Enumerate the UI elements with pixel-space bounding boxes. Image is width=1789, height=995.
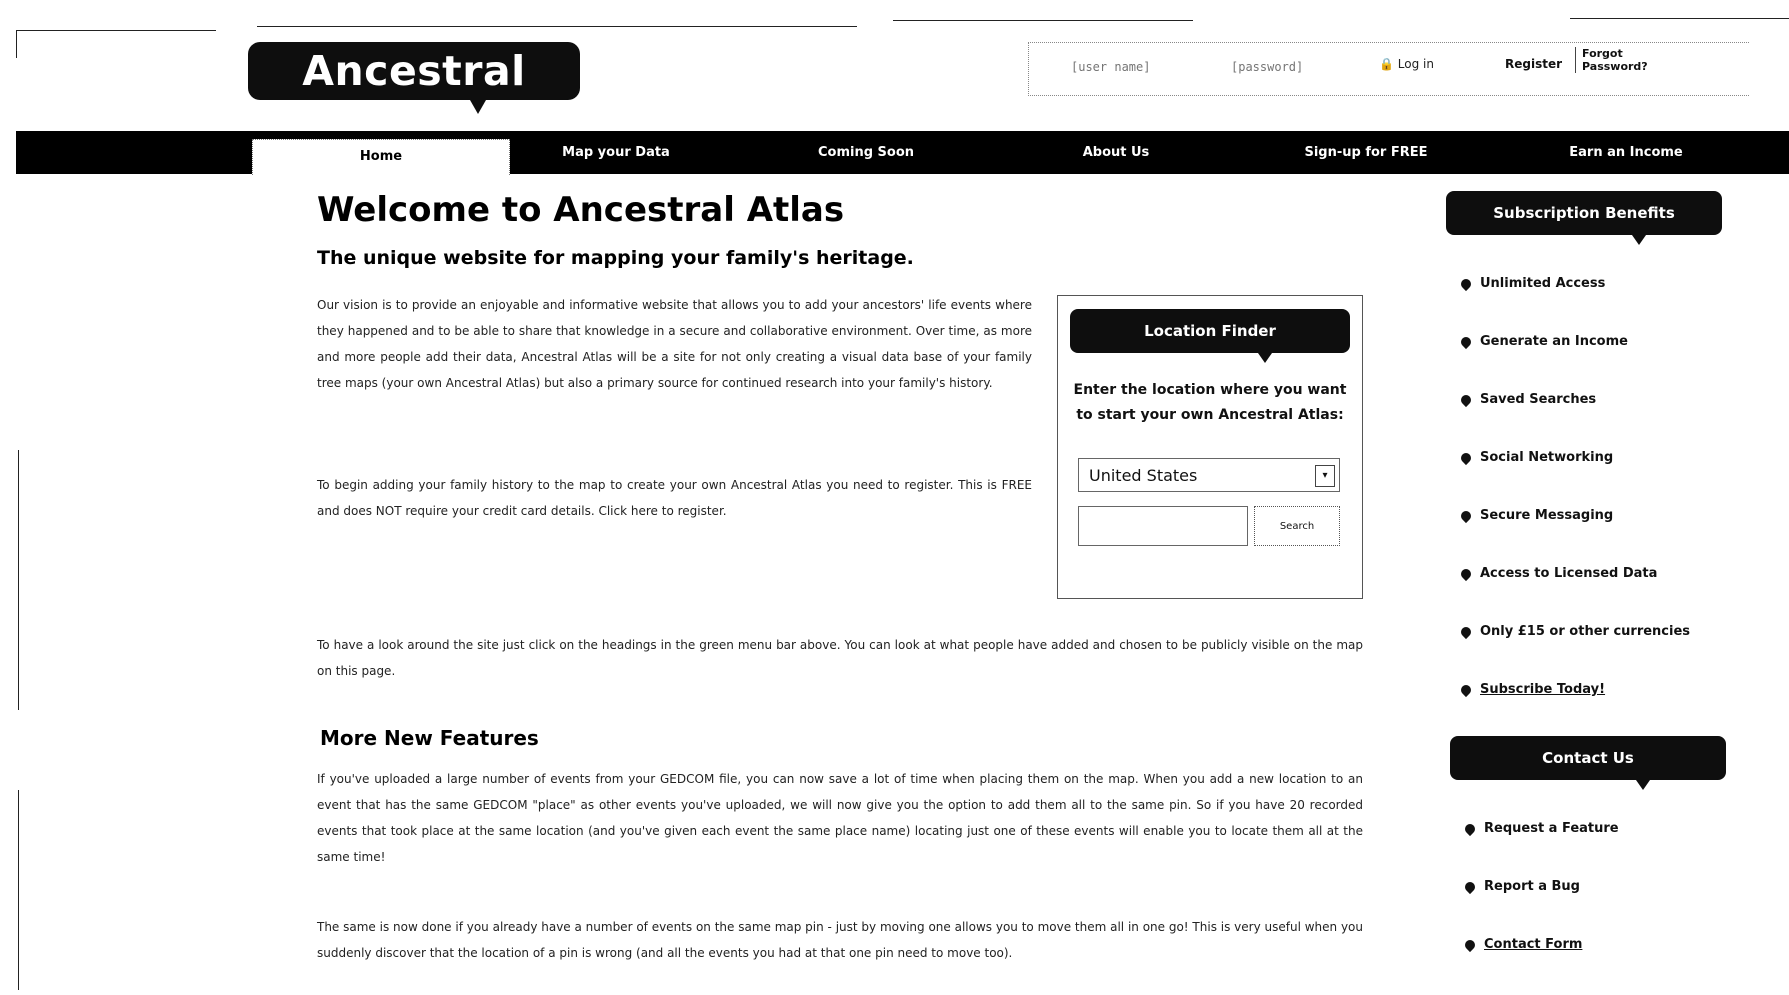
login-label: Log in bbox=[1397, 57, 1434, 71]
benefit-label: Social Networking bbox=[1480, 450, 1614, 465]
login-bar: 🔒 Log in Register Forgot Password? bbox=[1028, 42, 1749, 96]
list-item[interactable]: Request a Feature bbox=[1462, 821, 1619, 879]
list-item[interactable]: Unlimited Access bbox=[1458, 276, 1690, 334]
pin-icon bbox=[1462, 879, 1478, 895]
frame-line bbox=[16, 30, 216, 31]
country-select[interactable]: United States ▾ bbox=[1078, 458, 1340, 492]
contact-us-title: Contact Us bbox=[1450, 736, 1726, 790]
benefit-label: Generate an Income bbox=[1480, 334, 1628, 349]
pin-icon bbox=[1458, 624, 1474, 640]
list-item[interactable]: Only £15 or other currencies bbox=[1458, 624, 1690, 682]
location-finder-title: Location Finder bbox=[1070, 309, 1350, 363]
login-button[interactable]: 🔒 Log in bbox=[1379, 57, 1434, 71]
pin-icon bbox=[1458, 392, 1474, 408]
nav-earn-income[interactable]: Earn an Income bbox=[1516, 131, 1736, 174]
username-input[interactable] bbox=[1069, 56, 1203, 78]
nav-coming-soon[interactable]: Coming Soon bbox=[766, 131, 966, 174]
list-item[interactable]: Social Networking bbox=[1458, 450, 1690, 508]
pin-icon bbox=[1458, 508, 1474, 524]
country-select-value: United States bbox=[1089, 466, 1198, 485]
frame-line bbox=[18, 450, 19, 710]
list-item[interactable]: Secure Messaging bbox=[1458, 508, 1690, 566]
page-subtitle: The unique website for mapping your fami… bbox=[317, 247, 914, 269]
contact-label: Request a Feature bbox=[1484, 821, 1619, 836]
pin-icon bbox=[1458, 682, 1474, 698]
browse-paragraph: To have a look around the site just clic… bbox=[317, 638, 1363, 678]
features-paragraph-1: If you've uploaded a large number of eve… bbox=[317, 772, 1363, 864]
features-paragraph-2: The same is now done if you already have… bbox=[317, 920, 1363, 960]
benefit-label: Subscribe Today! bbox=[1480, 682, 1606, 697]
nav-map-your-data[interactable]: Map your Data bbox=[516, 131, 716, 174]
list-item[interactable]: Generate an Income bbox=[1458, 334, 1690, 392]
list-item[interactable]: Report a Bug bbox=[1462, 879, 1619, 937]
list-item[interactable]: Saved Searches bbox=[1458, 392, 1690, 450]
frame-line bbox=[16, 30, 17, 58]
subscription-benefits-title: Subscription Benefits bbox=[1446, 191, 1722, 245]
register-paragraph: To begin adding your family history to t… bbox=[317, 478, 1032, 518]
contact-list: Request a Feature Report a Bug Contact F… bbox=[1462, 821, 1619, 995]
pin-icon bbox=[1458, 566, 1474, 582]
pin-icon bbox=[1458, 334, 1474, 350]
frame-line bbox=[893, 20, 1193, 21]
benefit-label: Access to Licensed Data bbox=[1480, 566, 1658, 581]
pin-icon bbox=[1462, 937, 1478, 953]
nav-home[interactable]: Home bbox=[252, 139, 510, 175]
chevron-down-icon: ▾ bbox=[1315, 465, 1335, 487]
pin-icon bbox=[1458, 450, 1474, 466]
nav-sign-up[interactable]: Sign-up for FREE bbox=[1256, 131, 1476, 174]
forgot-password-link[interactable]: Forgot Password? bbox=[1575, 47, 1652, 73]
contact-label: Report a Bug bbox=[1484, 879, 1580, 894]
nav-about-us[interactable]: About Us bbox=[1026, 131, 1206, 174]
benefits-list: Unlimited Access Generate an Income Save… bbox=[1458, 276, 1690, 740]
benefit-label: Only £15 or other currencies bbox=[1480, 624, 1691, 639]
main-nav: Home Map your Data Coming Soon About Us … bbox=[16, 131, 1789, 175]
features-heading: More New Features bbox=[320, 726, 539, 750]
pin-icon bbox=[1458, 276, 1474, 292]
pin-icon bbox=[1462, 821, 1478, 837]
location-finder: Location Finder Enter the location where… bbox=[1057, 295, 1363, 599]
location-finder-prompt: Enter the location where you want to sta… bbox=[1073, 382, 1347, 423]
page-title: Welcome to Ancestral Atlas bbox=[317, 190, 845, 230]
location-input[interactable] bbox=[1078, 506, 1248, 546]
password-input[interactable] bbox=[1229, 56, 1363, 78]
location-search-button[interactable]: Search bbox=[1254, 506, 1340, 546]
frame-line bbox=[257, 26, 857, 27]
benefit-label: Secure Messaging bbox=[1480, 508, 1614, 523]
frame-line bbox=[18, 790, 19, 990]
register-link[interactable]: Register bbox=[1505, 57, 1562, 71]
benefit-label: Saved Searches bbox=[1480, 392, 1597, 407]
frame-line bbox=[1570, 18, 1789, 19]
subscribe-link[interactable]: Subscribe Today! bbox=[1458, 682, 1690, 740]
lock-icon: 🔒 bbox=[1379, 57, 1394, 71]
list-item[interactable]: Contact Form bbox=[1462, 937, 1619, 995]
site-logo[interactable]: Ancestral Atlas bbox=[248, 42, 580, 153]
contact-label: Contact Form bbox=[1484, 937, 1583, 952]
intro-paragraph: Our vision is to provide an enjoyable an… bbox=[317, 298, 1032, 390]
benefit-label: Unlimited Access bbox=[1480, 276, 1606, 291]
list-item[interactable]: Access to Licensed Data bbox=[1458, 566, 1690, 624]
